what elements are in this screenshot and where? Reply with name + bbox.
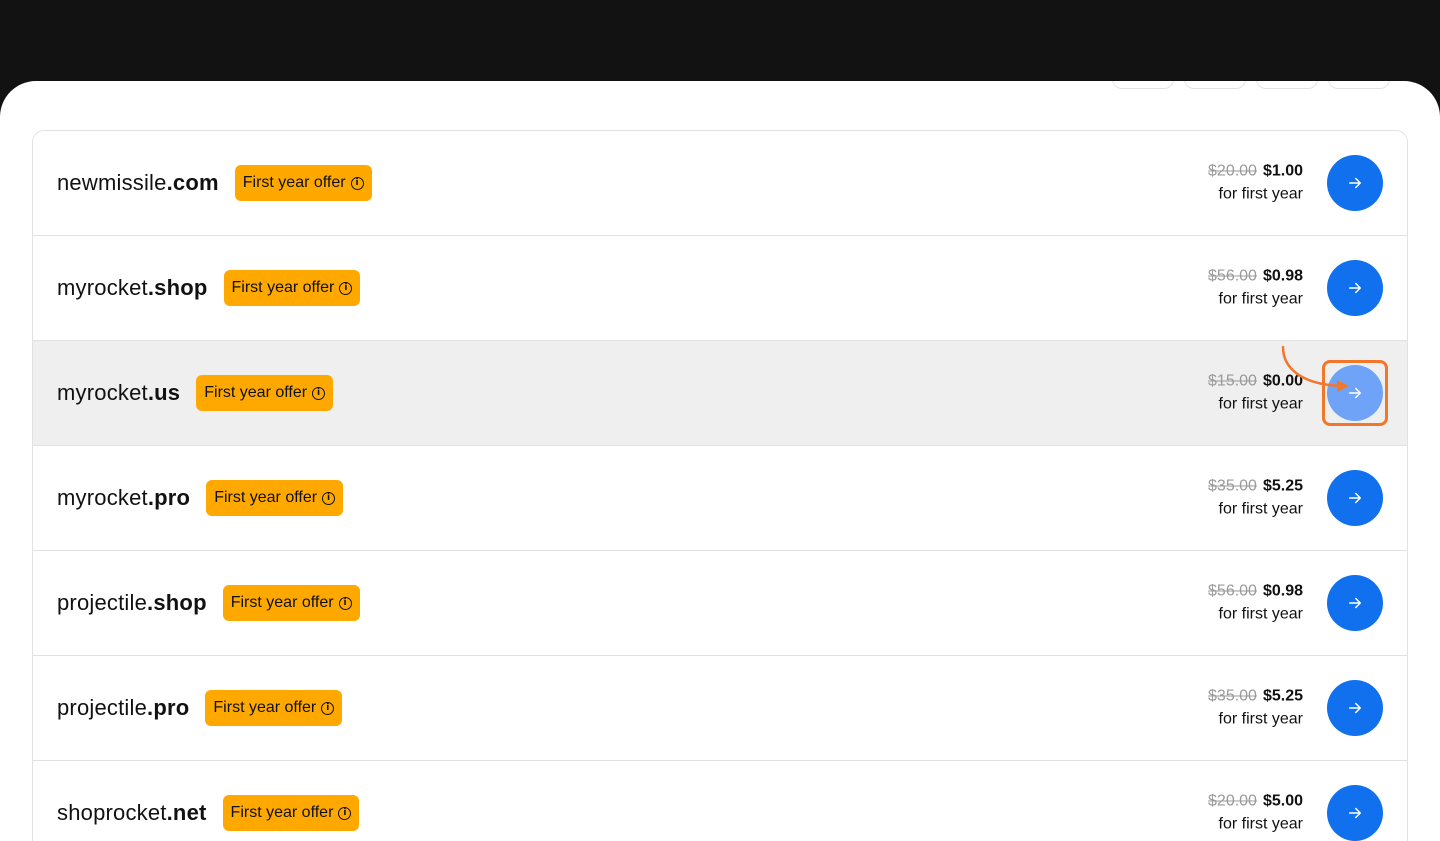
info-icon[interactable]: i <box>312 386 326 400</box>
offer-price: $5.25 <box>1262 477 1303 495</box>
price-period: for first year <box>1218 605 1303 623</box>
info-icon[interactable]: i <box>322 491 336 505</box>
offer-price: $0.98 <box>1262 267 1303 285</box>
info-icon[interactable]: i <box>350 176 364 190</box>
offer-price: $0.00 <box>1262 372 1303 390</box>
offer-price: $1.00 <box>1262 162 1303 180</box>
arrow-right-icon <box>1349 177 1361 189</box>
add-domain-button[interactable] <box>1327 365 1383 421</box>
arrow-right-icon <box>1349 597 1361 609</box>
first-year-offer-badge[interactable]: First year offer i <box>222 795 360 831</box>
info-icon[interactable]: i <box>338 596 352 610</box>
info-icon[interactable]: i <box>339 281 353 295</box>
first-year-offer-badge[interactable]: First year offer i <box>205 690 343 726</box>
price-period: for first year <box>1218 815 1303 833</box>
add-domain-button[interactable] <box>1327 575 1383 631</box>
domain-row[interactable]: projectile.shop First year offer i $56.00… <box>33 551 1407 656</box>
price-block: $20.00 $5.00 for first year <box>1208 793 1303 834</box>
price-block: $56.00 $0.98 for first year <box>1208 268 1303 309</box>
price-period: for first year <box>1218 185 1303 203</box>
results-sheet: newmissile.com First year offer i $20.00 $… <box>0 81 1440 841</box>
price-block: $20.00 $1.00 for first year <box>1208 163 1303 204</box>
domain-row[interactable]: projectile.pro First year offer i $35.00 $… <box>33 656 1407 761</box>
domain-name: myrocket.shop <box>57 275 208 300</box>
filter-pills <box>1112 81 1390 89</box>
domain-name: shoprocket.net <box>57 800 207 825</box>
arrow-right-icon <box>1349 807 1361 819</box>
domain-name: projectile.pro <box>57 695 190 720</box>
domain-results-list: newmissile.com First year offer i $20.00 $… <box>32 130 1408 841</box>
add-domain-button[interactable] <box>1327 155 1383 211</box>
domain-row[interactable]: newmissile.com First year offer i $20.00 $… <box>33 131 1407 236</box>
price-block: $35.00 $5.25 for first year <box>1208 688 1303 729</box>
price-block: $35.00 $5.25 for first year <box>1208 478 1303 519</box>
add-domain-button[interactable] <box>1327 260 1383 316</box>
filter-pill[interactable] <box>1328 81 1390 89</box>
original-price: $56.00 <box>1208 582 1257 600</box>
offer-price: $0.98 <box>1262 582 1303 600</box>
first-year-offer-badge[interactable]: First year offer i <box>206 480 344 516</box>
original-price: $15.00 <box>1208 372 1257 390</box>
price-period: for first year <box>1218 710 1303 728</box>
first-year-offer-badge[interactable]: First year offer i <box>222 585 360 621</box>
domain-row[interactable]: myrocket.shop First year offer i $56.00 $0… <box>33 236 1407 341</box>
info-icon[interactable]: i <box>321 701 335 715</box>
first-year-offer-badge[interactable]: First year offer i <box>223 270 361 306</box>
filter-pill[interactable] <box>1112 81 1174 89</box>
add-domain-button[interactable] <box>1327 785 1383 841</box>
domain-name: newmissile.com <box>57 170 219 195</box>
first-year-offer-badge[interactable]: First year offer i <box>196 375 334 411</box>
offer-price: $5.00 <box>1262 792 1303 810</box>
price-block: $15.00 $0.00 for first year <box>1208 373 1303 414</box>
price-block: $56.00 $0.98 for first year <box>1208 583 1303 624</box>
domain-name: myrocket.pro <box>57 485 191 510</box>
domain-row-hovered[interactable]: myrocket.us First year offer i $15.00 $0.0… <box>33 341 1407 446</box>
arrow-right-icon <box>1349 702 1361 714</box>
original-price: $56.00 <box>1208 267 1257 285</box>
domain-row[interactable]: myrocket.pro First year offer i $35.00 $5.… <box>33 446 1407 551</box>
arrow-right-icon <box>1349 282 1361 294</box>
price-period: for first year <box>1218 500 1303 518</box>
arrow-right-icon <box>1349 492 1361 504</box>
info-icon[interactable]: i <box>338 806 352 820</box>
first-year-offer-badge[interactable]: First year offer i <box>234 165 372 201</box>
offer-price: $5.25 <box>1262 687 1303 705</box>
original-price: $20.00 <box>1208 792 1257 810</box>
domain-row[interactable]: shoprocket.net First year offer i $20.00 $… <box>33 761 1407 841</box>
price-period: for first year <box>1218 395 1303 413</box>
original-price: $20.00 <box>1208 162 1257 180</box>
add-domain-button[interactable] <box>1327 470 1383 526</box>
domain-name: myrocket.us <box>57 380 181 405</box>
arrow-right-icon <box>1349 387 1361 399</box>
domain-name: projectile.shop <box>57 590 207 615</box>
original-price: $35.00 <box>1208 477 1257 495</box>
filter-pill[interactable] <box>1256 81 1318 89</box>
add-domain-button[interactable] <box>1327 680 1383 736</box>
price-period: for first year <box>1218 290 1303 308</box>
original-price: $35.00 <box>1208 687 1257 705</box>
filter-pill[interactable] <box>1184 81 1246 89</box>
